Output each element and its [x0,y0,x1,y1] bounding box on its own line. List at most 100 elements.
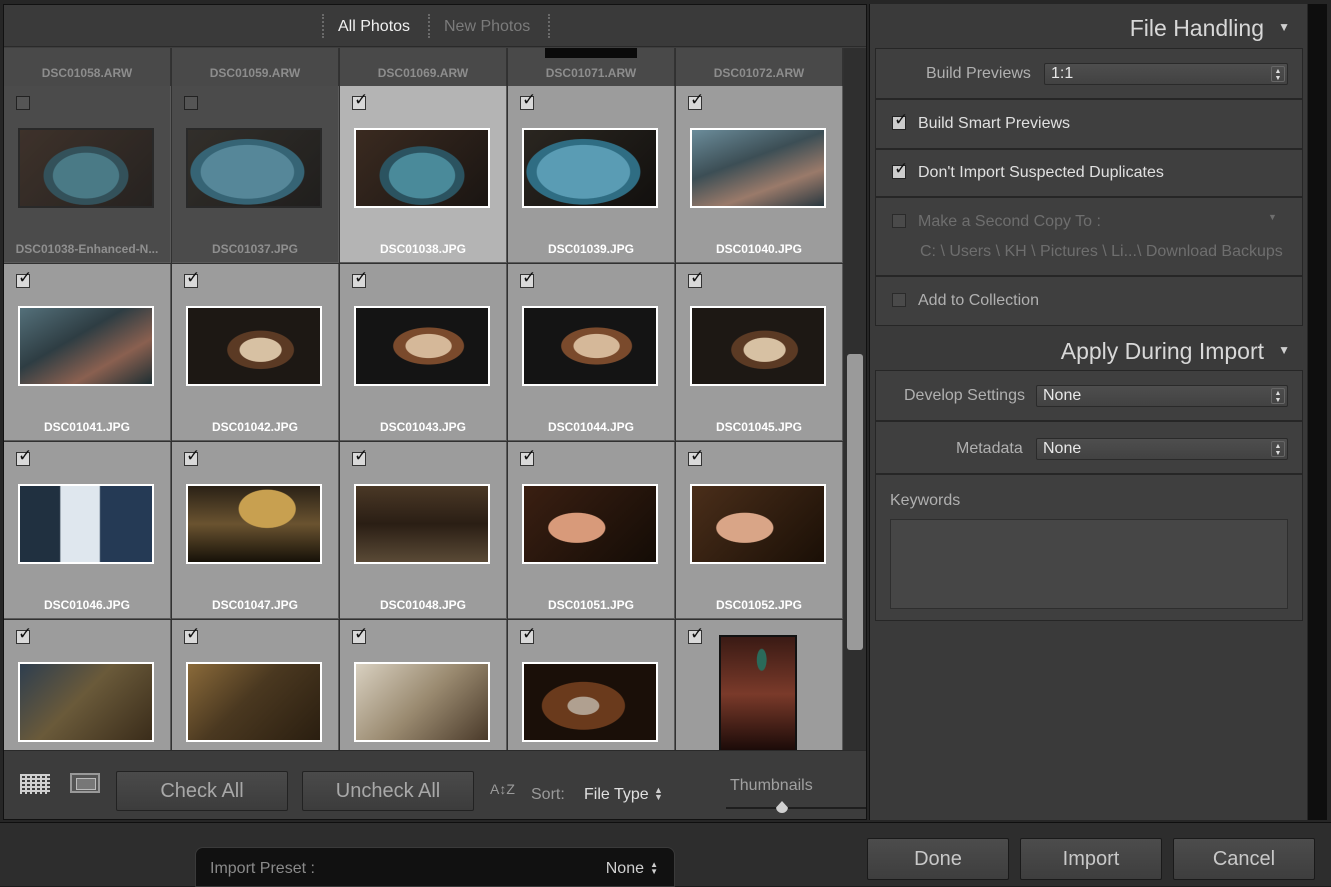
sort-label: Sort: [531,786,565,803]
include-checkbox[interactable]: ✓ [352,269,368,288]
photo-thumbnail[interactable] [690,128,826,208]
include-checkbox[interactable]: ✓ [688,269,704,288]
grid-view-icon[interactable] [20,774,50,794]
photo-thumbnail[interactable] [18,484,154,564]
smart-previews-checkbox[interactable]: ✓ [892,111,908,130]
include-checkbox[interactable]: ✓ [184,625,200,644]
photo-thumbnail[interactable] [186,128,322,208]
grid-cell[interactable]: ✓ [508,620,675,750]
photo-thumbnail[interactable] [18,662,154,742]
collapse-triangle-icon[interactable]: ▼ [1278,343,1290,357]
grid-cell[interactable]: DSC01037.JPG [172,86,339,263]
import-preset-select[interactable]: Import Preset : None ▲ ▼ [195,847,675,887]
check-all-button[interactable]: Check All [116,771,288,811]
keywords-input[interactable] [890,519,1288,609]
photo-thumbnail[interactable] [354,484,490,564]
apply-during-import-title: Apply During Import [1060,338,1264,364]
photo-thumbnail[interactable] [18,306,154,386]
photo-thumbnail[interactable] [522,128,658,208]
grid-cell-partial[interactable]: DSC01058.ARW [4,48,171,86]
grid-cell[interactable]: ✓ DSC01046.JPG [4,442,171,619]
photo-thumbnail[interactable] [522,662,658,742]
sort-select[interactable]: File Type [584,786,649,804]
photo-thumbnail[interactable] [522,484,658,564]
photo-thumbnail[interactable] [354,306,490,386]
done-button[interactable]: Done [867,838,1009,880]
metadata-select[interactable]: None ▲ ▼ [1036,438,1288,460]
sort-icon[interactable]: A↕Z [490,781,515,797]
include-checkbox[interactable]: ✓ [688,447,704,466]
apply-during-import-header[interactable]: Apply During Import ▼ [870,327,1306,369]
photo-thumbnail[interactable] [186,306,322,386]
include-checkbox[interactable]: ✓ [352,91,368,110]
photo-thumbnail[interactable] [354,662,490,742]
grid-cell[interactable]: ✓ [4,620,171,750]
grid-cell[interactable]: ✓ DSC01051.JPG [508,442,675,619]
include-checkbox[interactable]: ✓ [688,625,704,644]
file-handling-header[interactable]: File Handling ▼ [870,4,1306,46]
grid-cell[interactable]: ✓ [172,620,339,750]
tab-all-photos[interactable]: All Photos [338,18,410,36]
include-checkbox[interactable]: ✓ [688,91,704,110]
develop-settings-select[interactable]: None ▲ ▼ [1036,385,1288,407]
include-checkbox[interactable] [184,96,198,110]
photo-thumbnail[interactable] [522,306,658,386]
second-copy-label: Make a Second Copy To : [918,213,1101,230]
grid-scrollbar-thumb[interactable] [847,354,863,650]
include-checkbox[interactable]: ✓ [184,447,200,466]
cancel-button[interactable]: Cancel [1173,838,1315,880]
second-copy-checkbox[interactable] [892,214,906,228]
grid-cell[interactable]: ✓ DSC01045.JPG [676,264,843,441]
tab-new-photos[interactable]: New Photos [444,18,530,36]
include-checkbox[interactable]: ✓ [16,625,32,644]
uncheck-all-button[interactable]: Uncheck All [302,771,474,811]
include-checkbox[interactable] [16,96,30,110]
photo-thumbnail[interactable] [690,306,826,386]
photo-thumbnail[interactable] [690,484,826,564]
duplicates-checkbox[interactable]: ✓ [892,160,908,179]
grid-cell[interactable]: ✓ DSC01047.JPG [172,442,339,619]
photo-thumbnail[interactable] [186,662,322,742]
grid-cell[interactable]: ✓ [340,620,507,750]
grid-cell-partial[interactable]: DSC01059.ARW [172,48,339,86]
include-checkbox[interactable]: ✓ [520,625,536,644]
grid-cell-partial[interactable]: DSC01069.ARW [340,48,507,86]
grid-cell[interactable]: ✓ DSC01042.JPG [172,264,339,441]
collapse-triangle-icon[interactable]: ▼ [1278,20,1290,34]
grid-scrollbar[interactable] [844,48,866,750]
photo-thumbnail[interactable] [18,128,154,208]
include-checkbox[interactable]: ✓ [16,269,32,288]
grid-cell[interactable]: ✓ DSC01041.JPG [4,264,171,441]
grid-cell[interactable]: ✓ DSC01043.JPG [340,264,507,441]
photo-thumbnail[interactable] [719,635,797,750]
settings-scrollbar[interactable] [1308,4,1327,820]
include-checkbox[interactable]: ✓ [520,91,536,110]
duplicates-row: ✓ Don't Import Suspected Duplicates [875,149,1303,197]
include-checkbox[interactable]: ✓ [16,447,32,466]
grid-cell-partial[interactable]: DSC01072.ARW [676,48,843,86]
tab-separator [548,14,550,38]
thumbnail-size-slider[interactable] [726,807,866,809]
photo-thumbnail[interactable] [354,128,490,208]
grid-cell[interactable]: ✓ DSC01052.JPG [676,442,843,619]
thumbnail-size-slider-handle[interactable] [776,801,788,813]
grid-cell[interactable]: ✓ [676,620,843,750]
grid-cell[interactable]: ✓ DSC01040.JPG [676,86,843,263]
photo-thumbnail[interactable] [186,484,322,564]
sort-select-arrows-icon[interactable]: ▲ ▼ [654,786,663,802]
include-checkbox[interactable]: ✓ [520,269,536,288]
include-checkbox[interactable]: ✓ [352,625,368,644]
build-previews-select[interactable]: 1:1 ▲ ▼ [1044,63,1288,85]
grid-cell[interactable]: DSC01038-Enhanced-N... [4,86,171,263]
grid-cell[interactable]: ✓ DSC01044.JPG [508,264,675,441]
import-button[interactable]: Import [1020,838,1162,880]
grid-cell[interactable]: ✓ DSC01048.JPG [340,442,507,619]
grid-cell[interactable]: ✓ DSC01038.JPG [340,86,507,263]
include-checkbox[interactable]: ✓ [352,447,368,466]
loupe-view-icon[interactable] [70,773,100,793]
add-collection-checkbox[interactable] [892,293,906,307]
grid-cell[interactable]: ✓ DSC01039.JPG [508,86,675,263]
second-copy-dropdown-icon: ▼ [1268,212,1277,222]
include-checkbox[interactable]: ✓ [184,269,200,288]
include-checkbox[interactable]: ✓ [520,447,536,466]
